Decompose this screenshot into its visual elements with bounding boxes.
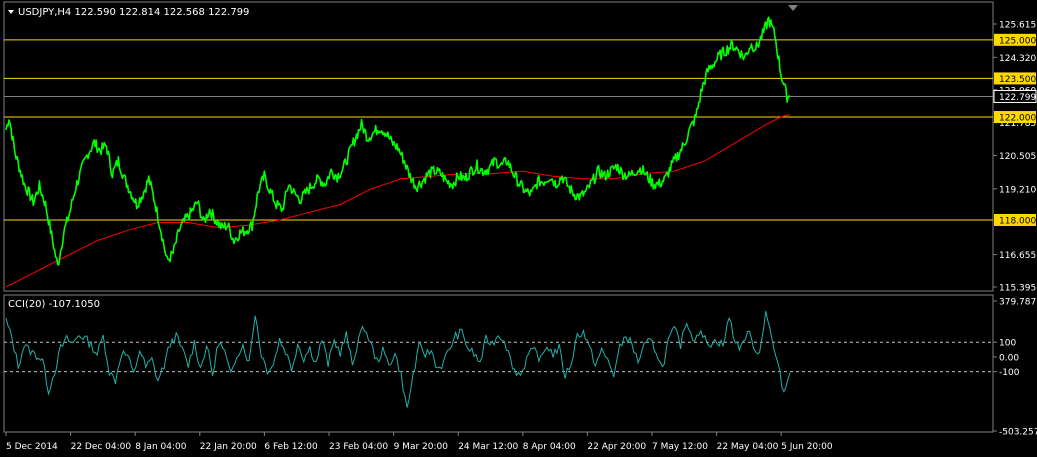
cci-tick-label: 0.00: [999, 353, 1019, 363]
time-tick-label: 6 Feb 12:00: [264, 442, 318, 452]
level-label: 123.500: [999, 75, 1036, 85]
cci-tick-label: 379.7873: [999, 298, 1037, 308]
cci-tick-label: -503.2579: [999, 428, 1037, 438]
level-label: 122.000: [999, 114, 1036, 124]
time-tick-label: 22 Jan 20:00: [200, 442, 257, 452]
time-tick-label: 5 Jun 20:00: [781, 442, 833, 452]
level-label: 125.000: [999, 36, 1036, 46]
cci-tick-label: -100: [999, 368, 1020, 378]
price-tick-label: 124.320: [999, 54, 1036, 64]
symbol-title: USDJPY,H4 122.590 122.814 122.568 122.79…: [18, 7, 249, 18]
chart-background: [0, 0, 1037, 457]
level-label: 118.000: [999, 216, 1036, 226]
time-tick-label: 5 Dec 2014: [6, 442, 58, 452]
price-tick-label: 115.395: [999, 284, 1036, 294]
time-tick-label: 22 May 04:00: [717, 442, 779, 452]
time-tick-label: 8 Apr 04:00: [523, 442, 576, 452]
price-tick-label: 120.505: [999, 152, 1036, 162]
current-price-label: 122.799: [999, 93, 1036, 103]
time-tick-label: 8 Jan 04:00: [135, 442, 187, 452]
trading-chart[interactable]: USDJPY,H4 122.590 122.814 122.568 122.79…: [0, 0, 1037, 457]
price-tick-label: 125.615: [999, 21, 1036, 31]
cci-title: CCI(20) -107.1050: [8, 299, 100, 310]
time-tick-label: 22 Apr 20:00: [587, 442, 646, 452]
time-tick-label: 9 Mar 20:00: [394, 442, 449, 452]
time-tick-label: 24 Mar 12:00: [458, 442, 518, 452]
price-tick-label: 116.655: [999, 251, 1036, 261]
time-tick-label: 22 Dec 04:00: [71, 442, 132, 452]
cci-tick-label: 100: [999, 339, 1016, 349]
time-tick-label: 23 Feb 04:00: [329, 442, 388, 452]
price-tick-label: 119.210: [999, 185, 1036, 195]
time-tick-label: 7 May 12:00: [652, 442, 708, 452]
